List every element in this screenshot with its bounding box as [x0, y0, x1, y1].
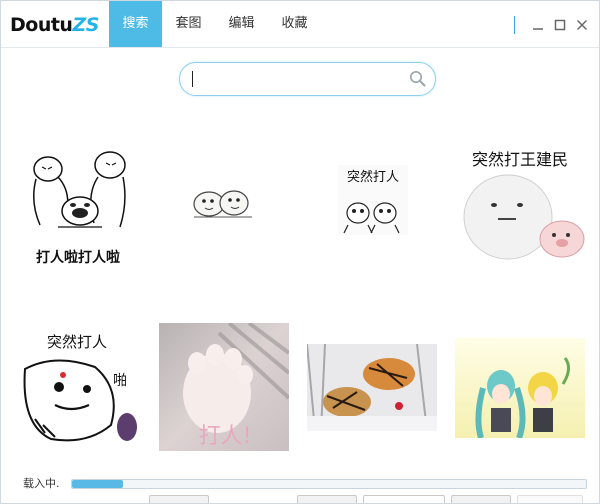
- result-tile-1[interactable]: [28, 147, 131, 237]
- cat-paw-meme-image: 打人!: [159, 323, 289, 451]
- logo-main: Doutu: [10, 14, 73, 36]
- bottom-button-2[interactable]: [297, 495, 357, 503]
- svg-text:啪: 啪: [113, 372, 127, 389]
- result-tile-6[interactable]: 打人!: [159, 323, 289, 451]
- meme-text-6: 打人!: [199, 424, 252, 449]
- bottom-button-5[interactable]: [517, 495, 583, 503]
- close-button[interactable]: [571, 15, 593, 35]
- meme-text-3: 突然打人: [347, 169, 399, 185]
- search-box: [179, 62, 436, 96]
- panda-face-meme-image: 突然打人 啪: [15, 329, 139, 447]
- bottom-button-3[interactable]: [363, 495, 445, 503]
- minimize-icon: [533, 28, 543, 30]
- meme-text-4: 突然打王建民: [472, 150, 568, 169]
- close-icon: [577, 20, 587, 30]
- bear-punch-meme-image: 突然打王建民: [458, 147, 585, 264]
- tab-sets[interactable]: 套图: [162, 1, 215, 47]
- panda-punch-meme-image: 突然打人: [338, 165, 408, 235]
- result-tile-2[interactable]: [190, 187, 254, 221]
- titlebar-divider: [514, 16, 515, 34]
- bottom-button-1[interactable]: [149, 495, 209, 503]
- result-tile-7[interactable]: [307, 344, 437, 431]
- app-window: DoutuZS 搜索 套图 编辑 收藏 打人啦打人啦 突然打人 突然打王建民 突…: [0, 0, 600, 504]
- maximize-icon: [554, 19, 566, 31]
- window-controls: [514, 15, 593, 35]
- anime-characters-image: [455, 338, 585, 438]
- search-icon[interactable]: [409, 70, 426, 87]
- result-tile-5[interactable]: 突然打人 啪: [15, 329, 139, 447]
- main-tabs: 搜索 套图 编辑 收藏: [109, 1, 321, 47]
- tab-favorites[interactable]: 收藏: [268, 1, 321, 47]
- fighting-panda-meme-image: [33, 151, 126, 228]
- loading-progress-bar: [71, 479, 587, 489]
- tiger-attack-image: [307, 344, 437, 431]
- tab-edit[interactable]: 编辑: [215, 1, 268, 47]
- progress-fill: [72, 480, 124, 488]
- text-caret: [192, 71, 193, 87]
- search-input[interactable]: [192, 69, 406, 91]
- bottom-button-4[interactable]: [451, 495, 511, 503]
- loading-status: 载入中.: [23, 477, 60, 490]
- result-tile-4[interactable]: 突然打王建民: [458, 147, 585, 264]
- title-bar: DoutuZS 搜索 套图 编辑 收藏: [1, 1, 599, 48]
- result-caption-1: 打人啦打人啦: [36, 250, 120, 266]
- minimize-button[interactable]: [527, 15, 549, 35]
- app-logo: DoutuZS: [10, 13, 99, 37]
- meme-text-5: 突然打人: [47, 333, 107, 351]
- result-tile-3[interactable]: 突然打人: [338, 165, 408, 235]
- logo-accent: ZS: [72, 14, 99, 36]
- maximize-button[interactable]: [549, 15, 571, 35]
- tab-search[interactable]: 搜索: [109, 1, 162, 47]
- result-tile-8[interactable]: [455, 338, 585, 438]
- two-panda-heads-meme-image: [193, 190, 252, 218]
